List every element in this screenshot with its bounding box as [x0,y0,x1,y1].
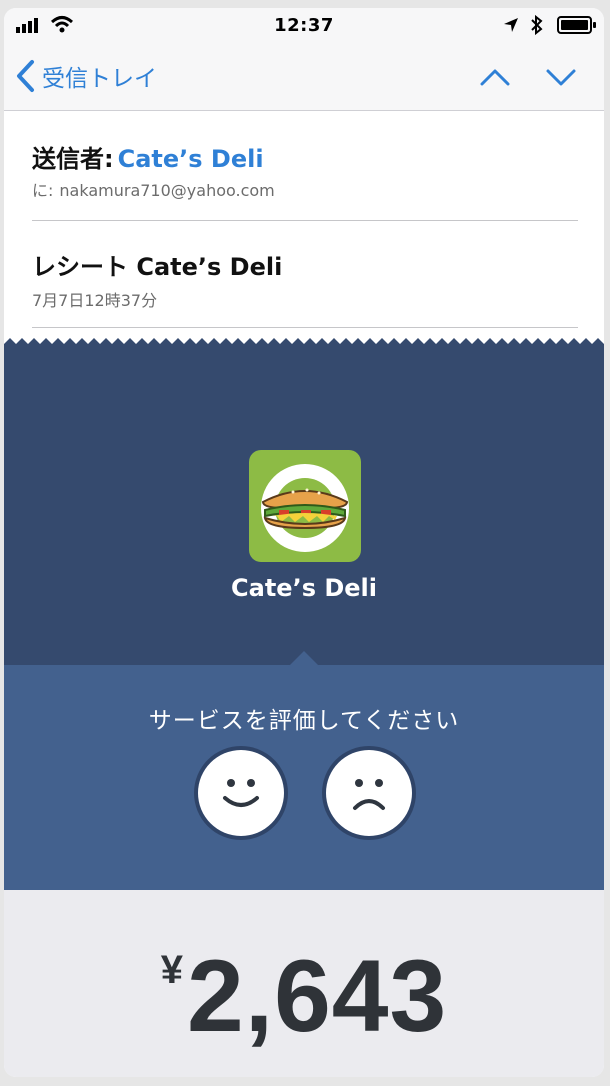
phone-screen: 12:37 受信トレイ 送信者: Cate’s Deli に: nakamura… [4,8,604,1077]
battery-icon [557,16,596,34]
receipt-hero: Cate’s Deli [4,348,604,665]
sender-name[interactable]: Cate’s Deli [118,145,264,173]
divider [32,327,578,328]
happy-face-icon [223,779,259,807]
mail-header: 送信者: Cate’s Deli に: nakamura710@yahoo.com … [4,111,604,346]
status-bar: 12:37 [4,8,604,44]
back-label: 受信トレイ [42,66,157,92]
mail-subject: レシート Cate’s Deli [32,253,283,281]
chevron-up-icon[interactable] [478,62,512,92]
sender-label: 送信者: [32,145,114,173]
currency-symbol: ¥ [160,948,183,992]
location-icon [504,18,518,32]
chevron-left-icon [17,60,34,92]
total-amount: ¥2,643 [4,938,604,1055]
merchant-name: Cate’s Deli [231,574,377,602]
bluetooth-icon [531,14,543,36]
sad-rating-button[interactable] [326,750,412,836]
recipient-address[interactable]: nakamura710@yahoo.com [59,181,274,200]
recipient-label: に: [32,181,54,200]
sad-face-icon [353,779,385,810]
back-button[interactable]: 受信トレイ [14,56,157,96]
sandwich-logo-icon [261,464,349,552]
recipient-line: に: nakamura710@yahoo.com [32,177,275,201]
amount-area: ¥2,643 [4,890,604,1077]
merchant-logo [249,450,361,562]
sender-line: 送信者: Cate’s Deli [32,139,264,174]
chevron-down-icon[interactable] [544,62,578,92]
amount-value: 2,643 [187,939,448,1053]
rating-prompt: サービスを評価してください [148,708,460,734]
panel-pointer [288,651,320,667]
rating-panel: サービスを評価してください [4,665,604,890]
nav-bar: 受信トレイ [4,44,604,111]
divider [32,220,578,221]
happy-rating-button[interactable] [198,750,284,836]
mail-date: 7月7日12時37分 [32,291,158,310]
